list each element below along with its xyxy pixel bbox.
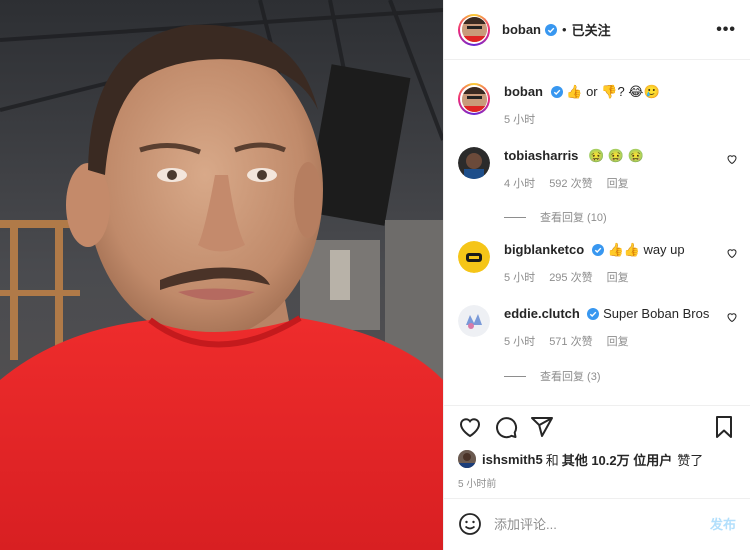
caption-time: 5 小时 xyxy=(504,114,536,126)
liker-avatar[interactable] xyxy=(458,450,476,468)
liker-username[interactable]: ishsmith5 xyxy=(482,452,543,467)
likes-others-link[interactable]: 其他 10.2万 位用户 xyxy=(562,450,673,469)
bookmark-icon[interactable] xyxy=(712,415,736,439)
instagram-post-view: boban • 已关注 ••• boban 👍 or 👎? 😂🥲 5 小时 to… xyxy=(0,0,750,550)
caption-avatar[interactable] xyxy=(458,83,490,115)
likes-suffix: 赞了 xyxy=(677,452,704,468)
caption-username[interactable]: boban xyxy=(504,84,543,99)
verified-icon xyxy=(591,244,604,256)
comment-input[interactable]: 添加评论... xyxy=(494,514,710,533)
comment-likes[interactable]: 592 次赞 xyxy=(549,175,592,191)
comment-item: eddie.clutch Super Boban Bros 5 小时 571 次… xyxy=(458,305,738,349)
eddie-clutch-avatar xyxy=(458,305,490,337)
author-avatar-image xyxy=(461,17,487,42)
comment-time: 4 小时 xyxy=(504,178,536,190)
comment-item: tobiasharris 🤢 🤢 🤢 4 小时 592 次赞 回复 xyxy=(458,147,738,191)
comment-item: bigblanketco 👍👍 way up 5 小时 295 次赞 回复 xyxy=(458,241,738,285)
comment-likes[interactable]: 571 次赞 xyxy=(549,333,592,349)
share-icon[interactable] xyxy=(530,415,554,439)
heart-icon[interactable] xyxy=(726,247,738,259)
post-header: boban • 已关注 ••• xyxy=(444,0,750,60)
comment-username[interactable]: eddie.clutch xyxy=(504,306,580,321)
post-button[interactable]: 发布 xyxy=(710,514,736,533)
comment-time: 5 小时 xyxy=(504,336,536,348)
post-timestamp: 5 小时前 xyxy=(458,478,497,490)
thumbs-down-icon: 👎 xyxy=(601,84,618,99)
comment-emoji: 👍 xyxy=(607,242,624,257)
comment-likes[interactable]: 295 次赞 xyxy=(549,269,592,285)
post-sidebar: boban • 已关注 ••• boban 👍 or 👎? 😂🥲 5 小时 to… xyxy=(443,0,750,550)
replies-divider xyxy=(504,216,526,218)
follow-status-button[interactable]: 已关注 xyxy=(572,20,611,39)
view-replies-label: 查看回复 (10) xyxy=(540,212,607,224)
separator-dot: • xyxy=(562,22,567,37)
more-icon[interactable]: ••• xyxy=(716,21,736,39)
caption-trail: 🥲 xyxy=(643,84,660,99)
comment-emoji: 👍 xyxy=(623,242,640,257)
comment-username[interactable]: tobiasharris xyxy=(504,148,578,163)
comment-username[interactable]: bigblanketco xyxy=(504,242,584,257)
caption-text: or xyxy=(586,84,598,99)
heart-icon[interactable] xyxy=(726,153,738,165)
reply-button[interactable]: 回复 xyxy=(607,175,629,191)
caption-avatar-image xyxy=(461,86,487,112)
replies-divider xyxy=(504,375,526,377)
author-username[interactable]: boban xyxy=(502,22,541,37)
heart-icon[interactable] xyxy=(726,311,738,323)
action-bar xyxy=(444,405,750,447)
verified-icon xyxy=(550,86,563,98)
view-replies-label: 查看回复 (3) xyxy=(540,371,601,383)
likes-and: 和 xyxy=(545,452,559,468)
heart-icon[interactable] xyxy=(458,415,482,439)
verified-icon xyxy=(587,308,600,320)
comment-emoji: 🤢 xyxy=(588,148,605,163)
comments-list: boban 👍 or 👎? 😂🥲 5 小时 tobiasharris 🤢 🤢 🤢… xyxy=(444,60,750,405)
view-replies-button[interactable]: 查看回复 (3) xyxy=(504,368,601,384)
emoji-icon[interactable] xyxy=(458,512,482,536)
thumbs-up-icon: 👍 xyxy=(566,84,583,99)
comment-text: way up xyxy=(643,242,685,257)
comment-emoji: 🤢 xyxy=(627,148,644,163)
comment-text: Super Boban Bros xyxy=(603,306,710,321)
reply-button[interactable]: 回复 xyxy=(607,269,629,285)
reply-button[interactable]: 回复 xyxy=(607,333,629,349)
verified-icon xyxy=(545,23,557,36)
comment-avatar[interactable] xyxy=(458,305,490,337)
view-replies-button[interactable]: 查看回复 (10) xyxy=(504,209,607,225)
add-comment-bar: 添加评论... 发布 xyxy=(444,498,750,548)
author-avatar[interactable] xyxy=(458,13,490,46)
post-photo[interactable] xyxy=(0,0,443,550)
caption-question: ? xyxy=(617,84,625,99)
ishsmith5-avatar xyxy=(458,450,476,468)
comment-emoji: 🤢 xyxy=(607,148,625,163)
caption: boban 👍 or 👎? 😂🥲 5 小时 xyxy=(458,83,736,127)
comment-time: 5 小时 xyxy=(504,272,536,284)
likes-summary: ishsmith5 和 其他 10.2万 位用户 赞了 xyxy=(444,447,750,471)
bigblanketco-avatar xyxy=(458,241,490,273)
comment-icon[interactable] xyxy=(494,415,518,439)
tobiasharris-avatar xyxy=(458,147,490,179)
laughing-icon: 😂 xyxy=(628,84,644,99)
comment-avatar[interactable] xyxy=(458,241,490,273)
comment-avatar[interactable] xyxy=(458,147,490,179)
post-image xyxy=(0,0,443,550)
